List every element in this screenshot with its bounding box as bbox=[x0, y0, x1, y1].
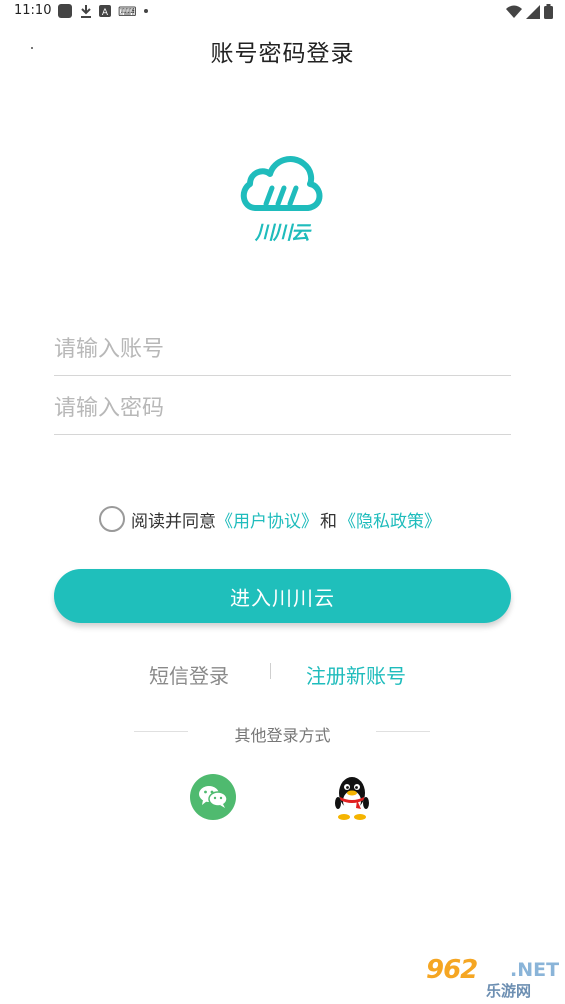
app-icon bbox=[58, 4, 72, 18]
app-logo: 川川云 bbox=[236, 150, 328, 244]
password-input[interactable] bbox=[54, 385, 511, 431]
link-divider bbox=[270, 663, 271, 679]
divider-right bbox=[376, 731, 430, 732]
watermark-net: .NET bbox=[510, 959, 560, 981]
sms-login-link[interactable]: 短信登录 bbox=[149, 660, 229, 689]
wechat-icon bbox=[199, 786, 228, 808]
agreement-and: 和 bbox=[320, 511, 337, 532]
agreement-checkbox[interactable] bbox=[99, 506, 125, 532]
battery-icon bbox=[544, 4, 553, 23]
register-link[interactable]: 注册新账号 bbox=[306, 660, 406, 689]
download-icon bbox=[80, 4, 92, 18]
account-input[interactable] bbox=[54, 326, 511, 372]
agreement-prefix: 阅读并同意 bbox=[131, 511, 216, 532]
logo-text: 川川云 bbox=[254, 222, 310, 244]
dot-icon bbox=[143, 4, 149, 18]
status-time: 11:10 bbox=[14, 3, 52, 18]
user-agreement-link[interactable]: 《用户协议》 bbox=[216, 507, 318, 532]
status-right bbox=[506, 4, 553, 23]
status-bar: 11:10 A ⌨ bbox=[0, 0, 565, 24]
account-field bbox=[54, 326, 511, 376]
cloud-logo-icon bbox=[240, 156, 323, 211]
svg-text:A: A bbox=[102, 8, 109, 18]
other-login-title: 其他登录方式 bbox=[234, 726, 331, 745]
tts-icon: ⌨ bbox=[118, 4, 136, 18]
signal-icon bbox=[526, 4, 540, 23]
watermark-main: 962 bbox=[426, 955, 478, 985]
watermark-sub: 乐游网 bbox=[486, 982, 532, 1000]
wifi-icon bbox=[506, 4, 522, 23]
watermark: 962 .NET 乐游网 bbox=[426, 955, 560, 1000]
page-title: 账号密码登录 bbox=[210, 41, 355, 67]
qq-login-button[interactable] bbox=[331, 773, 373, 821]
privacy-policy-link[interactable]: 《隐私政策》 bbox=[339, 507, 441, 532]
qq-icon bbox=[335, 777, 369, 820]
wechat-login-button[interactable] bbox=[190, 774, 236, 820]
svg-text:⌨: ⌨ bbox=[118, 5, 136, 18]
enter-button[interactable]: 进入川川云 bbox=[54, 569, 511, 623]
password-field bbox=[54, 385, 511, 435]
agreement-row: 阅读并同意 《用户协议》 和 《隐私政策》 bbox=[99, 505, 441, 533]
a-icon: A bbox=[99, 4, 111, 18]
